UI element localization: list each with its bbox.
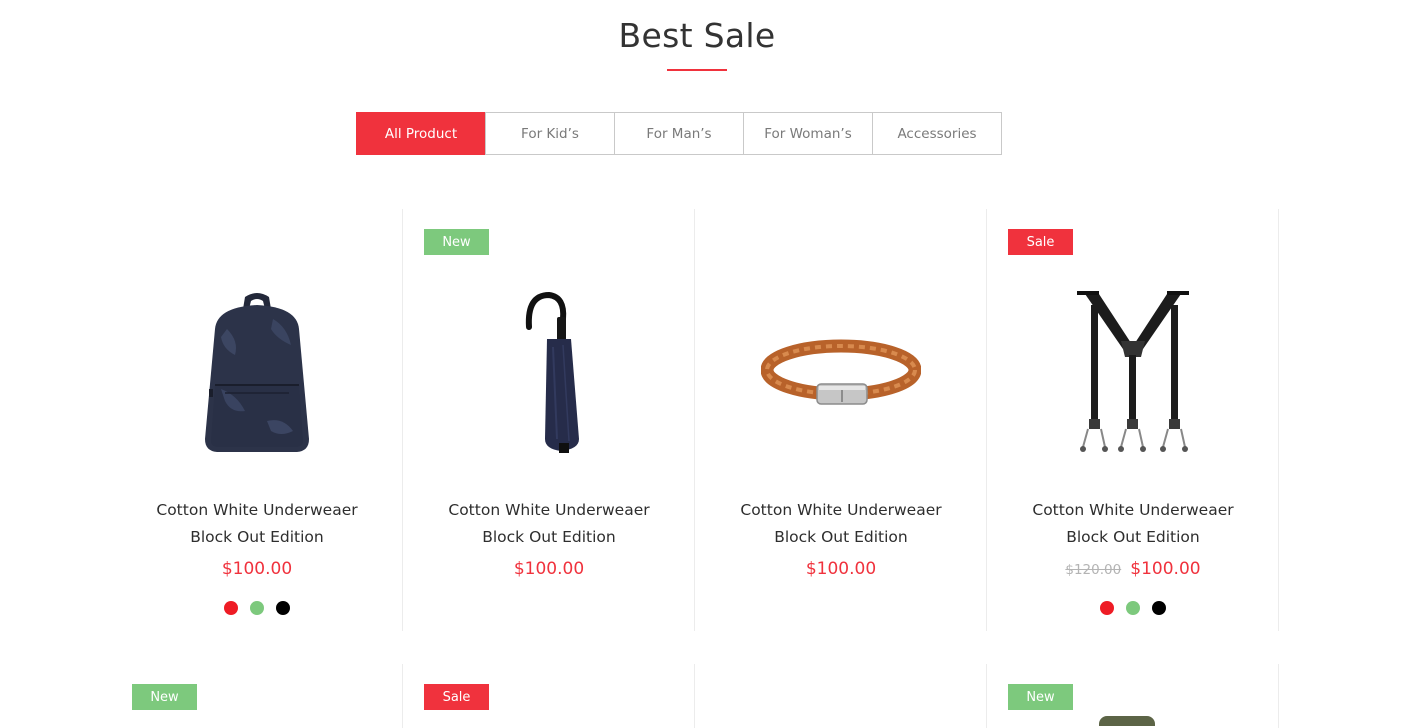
product-card[interactable]: [695, 664, 987, 728]
color-swatches: [987, 601, 1279, 615]
product-name-line[interactable]: Block Out Edition: [987, 524, 1279, 551]
new-badge: New: [1008, 684, 1073, 710]
product-name-line[interactable]: Block Out Edition: [695, 524, 987, 551]
old-price: $120.00: [1065, 562, 1122, 578]
price: $100.00: [513, 559, 585, 579]
price-row: $100.00: [695, 559, 987, 579]
product-card[interactable]: New: [111, 664, 403, 728]
tab-accessories[interactable]: Accessories: [872, 112, 1002, 155]
product-name-line[interactable]: Cotton White Underweaer: [403, 497, 695, 524]
swatch-green[interactable]: [1126, 601, 1140, 615]
card-divider: [1278, 664, 1279, 728]
price-row: $120.00 $100.00: [987, 559, 1279, 579]
product-card[interactable]: New: [987, 664, 1279, 728]
suspenders-image[interactable]: [987, 269, 1279, 479]
section-title: Best Sale: [618, 16, 776, 55]
tab-for-womans[interactable]: For Woman’s: [743, 112, 873, 155]
leather-bracelet-image[interactable]: [695, 269, 987, 479]
title-underline: [667, 69, 727, 71]
product-name-line[interactable]: Cotton White Underweaer: [987, 497, 1279, 524]
tab-for-kids[interactable]: For Kid’s: [485, 112, 615, 155]
product-name[interactable]: Cotton White Underweaer Block Out Editio…: [111, 497, 403, 551]
sale-badge: Sale: [424, 684, 489, 710]
price: $100.00: [1130, 559, 1201, 579]
swatch-black[interactable]: [276, 601, 290, 615]
tab-all-product[interactable]: All Product: [356, 112, 486, 155]
swatch-black[interactable]: [1152, 601, 1166, 615]
new-badge: New: [424, 229, 489, 255]
swatch-red[interactable]: [224, 601, 238, 615]
product-card[interactable]: Sale Cotton White Underweaer Block Out E…: [987, 209, 1279, 631]
swatch-green[interactable]: [250, 601, 264, 615]
price: $100.00: [221, 559, 293, 579]
price-row: $100.00: [111, 559, 403, 579]
new-badge: New: [132, 684, 197, 710]
jacket-image-partial[interactable]: [1099, 716, 1155, 726]
product-card[interactable]: Cotton White Underweaer Block Out Editio…: [695, 209, 987, 631]
product-name-line[interactable]: Cotton White Underweaer: [111, 497, 403, 524]
price: $100.00: [805, 559, 877, 579]
umbrella-image[interactable]: [403, 269, 695, 479]
category-tabs: All Product For Kid’s For Man’s For Woma…: [356, 112, 1002, 155]
sale-badge: Sale: [1008, 229, 1073, 255]
product-card[interactable]: Sale: [403, 664, 695, 728]
product-name-line[interactable]: Cotton White Underweaer: [695, 497, 987, 524]
product-card[interactable]: New Cotton White Underweaer Block Out Ed…: [403, 209, 695, 631]
product-name-line[interactable]: Block Out Edition: [403, 524, 695, 551]
product-name-line[interactable]: Block Out Edition: [111, 524, 403, 551]
backpack-image[interactable]: [111, 269, 403, 479]
product-name[interactable]: Cotton White Underweaer Block Out Editio…: [987, 497, 1279, 551]
price-row: $100.00: [403, 559, 695, 579]
tab-for-mans[interactable]: For Man’s: [614, 112, 744, 155]
product-card[interactable]: Cotton White Underweaer Block Out Editio…: [111, 209, 403, 631]
swatch-red[interactable]: [1100, 601, 1114, 615]
product-name[interactable]: Cotton White Underweaer Block Out Editio…: [695, 497, 987, 551]
color-swatches: [111, 601, 403, 615]
product-name[interactable]: Cotton White Underweaer Block Out Editio…: [403, 497, 695, 551]
